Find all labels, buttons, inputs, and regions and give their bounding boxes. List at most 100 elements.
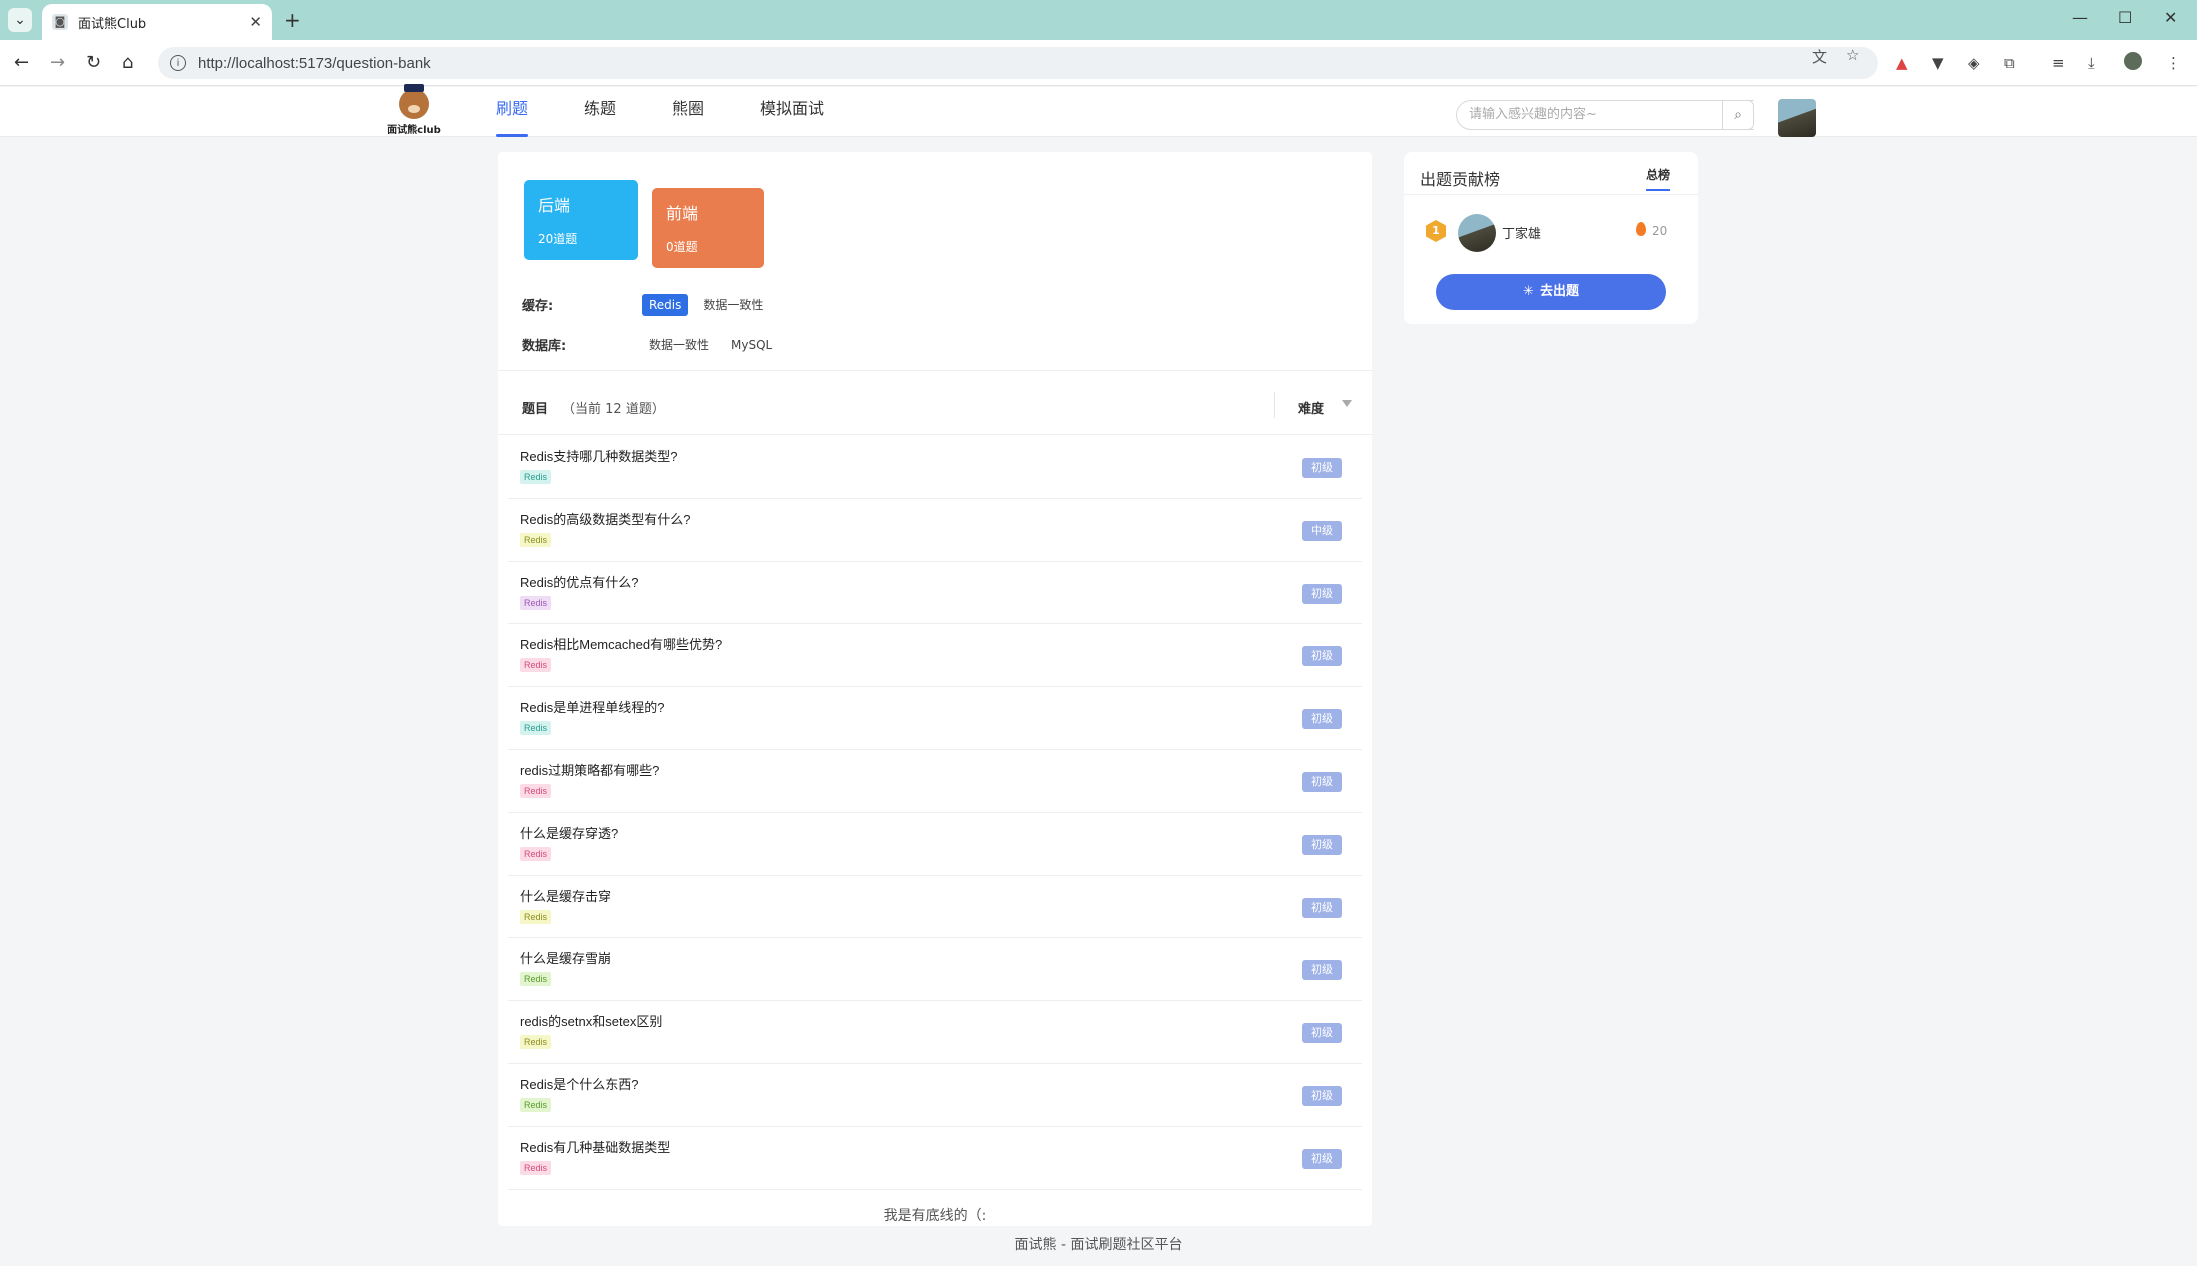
question-row[interactable]: redis的setnx和setex区别 Redis 初级 xyxy=(508,1001,1362,1064)
extensions-puzzle-icon[interactable]: ⧉ xyxy=(2004,54,2015,72)
back-icon[interactable]: ← xyxy=(14,52,29,73)
go-create-question-button[interactable]: ✳ 去出题 xyxy=(1436,274,1666,310)
nav-item-xiongquan[interactable]: 熊圈 xyxy=(672,87,704,137)
category-name: 后端 xyxy=(538,196,571,215)
flame-icon xyxy=(1636,222,1646,236)
minimize-icon[interactable]: — xyxy=(2072,8,2088,27)
filter-chip-consistency[interactable]: 数据一致性 xyxy=(696,292,770,317)
contributor-name[interactable]: 丁家雄 xyxy=(1502,223,1541,242)
tab-close-icon[interactable]: ✕ xyxy=(249,13,262,31)
question-title[interactable]: Redis支持哪几种数据类型? xyxy=(520,446,677,465)
question-tag: Redis xyxy=(520,532,552,547)
question-title[interactable]: Redis有几种基础数据类型 xyxy=(520,1137,670,1156)
search-input[interactable]: 请输入感兴趣的内容~ xyxy=(1456,100,1754,130)
question-tag: Redis xyxy=(520,846,552,861)
close-window-icon[interactable]: ✕ xyxy=(2164,8,2177,27)
bookmark-star-icon[interactable]: ☆ xyxy=(1846,46,1859,64)
question-tag: Redis xyxy=(520,1035,552,1050)
question-row[interactable]: Redis有几种基础数据类型 Redis 初级 xyxy=(508,1127,1362,1190)
question-title[interactable]: 什么是缓存雪崩 xyxy=(520,948,611,967)
browser-toolbar: ← → ↻ ⌂ i http://localhost:5173/question… xyxy=(0,40,2197,86)
end-of-list-text: 我是有底线的（: xyxy=(883,1208,987,1224)
rank-medal-icon: 1 xyxy=(1426,220,1446,242)
question-title[interactable]: redis的setnx和setex区别 xyxy=(520,1011,662,1030)
question-title[interactable]: Redis是个什么东西? xyxy=(520,1074,638,1093)
difficulty-badge: 初级 xyxy=(1302,458,1342,478)
tab-search-icon[interactable]: ⌄ xyxy=(8,8,32,32)
question-title[interactable]: Redis相比Memcached有哪些优势? xyxy=(520,634,722,653)
question-row[interactable]: 什么是缓存穿透? Redis 初级 xyxy=(508,813,1362,876)
extension-vue-icon[interactable]: ▼ xyxy=(1932,54,1944,72)
question-list-header: 题目 （当前 12 道题） 难度 xyxy=(522,392,1352,418)
site-header: 面试熊club 刷题 练题 熊圈 模拟面试 请输入感兴趣的内容~ ⌕ xyxy=(0,84,2197,137)
category-card-frontend[interactable]: 前端 0道题 xyxy=(652,188,764,268)
question-title[interactable]: Redis的优点有什么? xyxy=(520,572,638,591)
profile-avatar[interactable] xyxy=(2124,52,2142,70)
question-row[interactable]: Redis相比Memcached有哪些优势? Redis 初级 xyxy=(508,624,1362,688)
address-bar[interactable]: i http://localhost:5173/question-bank xyxy=(158,47,1878,79)
question-tag: Redis xyxy=(520,658,552,673)
bear-logo-icon xyxy=(399,84,429,119)
extension-icon[interactable]: ◈ xyxy=(1968,54,1980,72)
ranking-title: 出题贡献榜 xyxy=(1420,170,1501,189)
question-title[interactable]: 什么是缓存击穿 xyxy=(520,886,611,905)
forward-icon[interactable]: → xyxy=(50,52,65,73)
translate-icon[interactable]: 文 xyxy=(1812,46,1827,67)
filter-chip-mysql[interactable]: MySQL xyxy=(724,334,779,356)
category-card-backend[interactable]: 后端 20道题 xyxy=(524,180,638,260)
site-footer: 面试熊 - 面试刷题社区平台 xyxy=(1014,1237,1183,1253)
question-row[interactable]: Redis的高级数据类型有什么? Redis 中级 xyxy=(508,499,1362,562)
filter-chip-redis[interactable]: Redis xyxy=(642,293,689,316)
filter-chip-consistency[interactable]: 数据一致性 xyxy=(642,332,716,357)
question-title[interactable]: Redis是单进程单线程的? xyxy=(520,697,664,716)
question-header-title: 题目 xyxy=(522,402,549,417)
nav-item-lianti[interactable]: 练题 xyxy=(584,87,616,137)
filter-funnel-icon[interactable] xyxy=(1342,400,1352,407)
question-row[interactable]: Redis是单进程单线程的? Redis 初级 xyxy=(508,687,1362,750)
reading-list-icon[interactable]: ≡ xyxy=(2052,54,2065,72)
user-avatar[interactable] xyxy=(1778,99,1816,137)
site-info-icon[interactable]: i xyxy=(170,55,186,71)
contributor-avatar[interactable] xyxy=(1458,214,1496,252)
question-tag: Redis xyxy=(520,972,552,987)
question-tag: Redis xyxy=(520,1097,552,1112)
question-title[interactable]: Redis的高级数据类型有什么? xyxy=(520,509,690,528)
ranking-tab-overall[interactable]: 总榜 xyxy=(1646,166,1671,191)
site-logo[interactable]: 面试熊club xyxy=(386,84,442,136)
question-tag: Redis xyxy=(520,470,552,484)
question-row[interactable]: 什么是缓存雪崩 Redis 初级 xyxy=(508,938,1362,1002)
difficulty-badge: 初级 xyxy=(1302,1085,1342,1106)
nav-item-mock-interview[interactable]: 模拟面试 xyxy=(760,87,824,137)
filter-label: 数据库: xyxy=(522,339,567,354)
loading-spinner-icon: ✳ xyxy=(1523,284,1534,299)
browser-menu-icon[interactable]: ⋮ xyxy=(2166,54,2181,72)
question-row[interactable]: Redis的优点有什么? Redis 初级 xyxy=(508,562,1362,625)
nav-item-shuati[interactable]: 刷题 xyxy=(496,87,529,137)
filter-row-cache: 缓存: Redis 数据一致性 xyxy=(522,292,778,317)
question-title[interactable]: redis过期策略都有哪些? xyxy=(520,760,659,779)
question-row[interactable]: Redis支持哪几种数据类型? Redis 初级 xyxy=(508,436,1362,499)
filter-row-database: 数据库: 数据一致性 MySQL xyxy=(522,332,787,357)
difficulty-badge: 初级 xyxy=(1302,646,1342,667)
search-icon[interactable]: ⌕ xyxy=(1722,100,1754,130)
question-row[interactable]: 什么是缓存击穿 Redis 初级 xyxy=(508,876,1362,939)
new-tab-icon[interactable]: + xyxy=(284,8,301,32)
question-row[interactable]: Redis是个什么东西? Redis 初级 xyxy=(508,1064,1362,1127)
difficulty-badge: 初级 xyxy=(1302,1148,1342,1169)
maximize-icon[interactable]: ☐ xyxy=(2118,8,2132,27)
difficulty-badge: 初级 xyxy=(1302,771,1342,792)
tab-favicon-icon: ◙ xyxy=(52,14,68,30)
extension-icon[interactable]: ▲ xyxy=(1896,54,1908,72)
question-row[interactable]: redis过期策略都有哪些? Redis 初级 xyxy=(508,750,1362,813)
reload-icon[interactable]: ↻ xyxy=(86,52,101,73)
main-nav: 刷题 练题 熊圈 模拟面试 xyxy=(496,87,880,137)
difficulty-badge: 初级 xyxy=(1302,897,1342,918)
browser-tab[interactable]: ◙ 面试熊Club ✕ xyxy=(42,4,272,40)
difficulty-badge: 初级 xyxy=(1302,834,1342,855)
download-icon[interactable]: ⤓ xyxy=(2088,54,2095,72)
question-tag: Redis xyxy=(520,595,552,610)
home-icon[interactable]: ⌂ xyxy=(122,52,133,73)
question-title[interactable]: 什么是缓存穿透? xyxy=(520,823,618,842)
contribution-ranking-card: 出题贡献榜 总榜 1 丁家雄 20 ✳ 去出题 xyxy=(1404,152,1698,324)
divider xyxy=(1404,194,1698,195)
